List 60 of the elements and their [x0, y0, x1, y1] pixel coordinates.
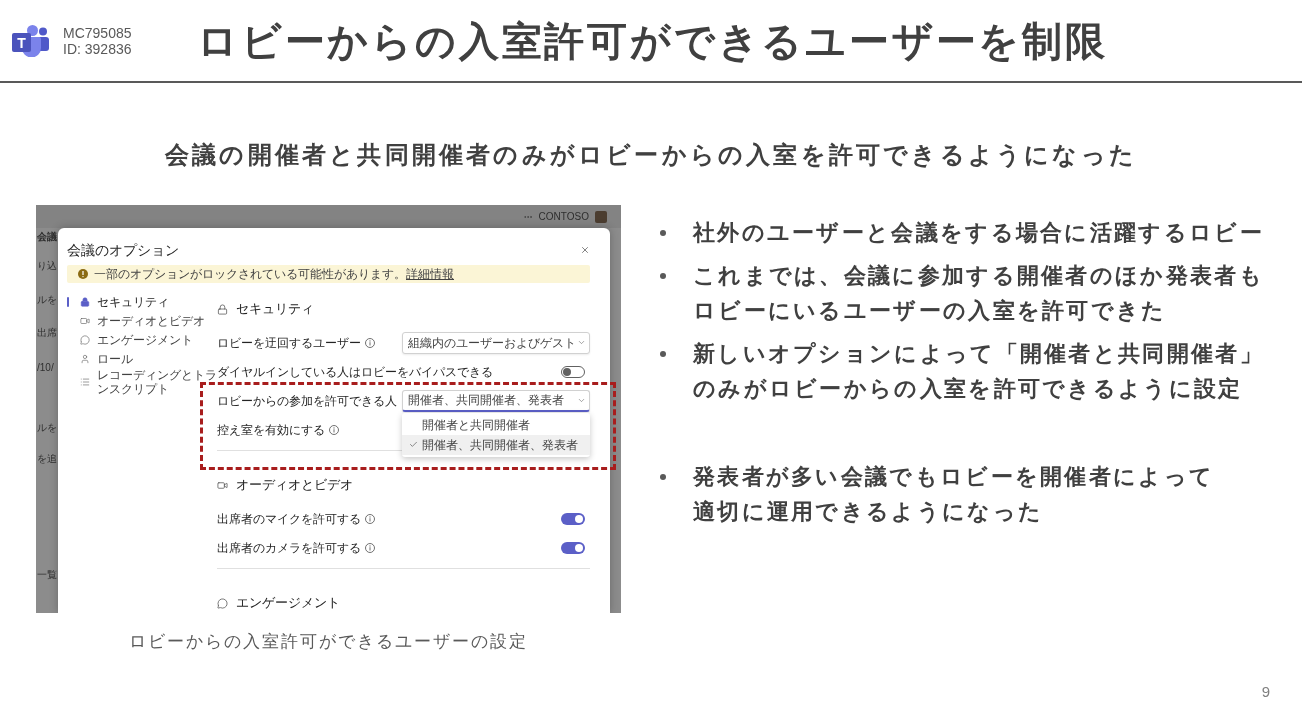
warning-icon: [78, 269, 88, 279]
bullet-text: これまでは、会議に参加する開催者のほか発表者も ロビーにいるユーザーの入室を許可できた: [693, 262, 1264, 325]
setting-label: ロビーを迂回するユーザー: [217, 335, 361, 350]
menu-option[interactable]: 開催者と共同開催者: [402, 414, 590, 435]
background-text: り込: [37, 260, 58, 272]
background-text: 出席: [37, 327, 58, 339]
setting-label: ダイヤルインしている人はロビーをバイパスできる: [217, 364, 493, 379]
slide-subtitle: 会議の開催者と共同開催者のみがロビーからの入室を許可できるようになった: [165, 141, 1137, 169]
check-icon: [409, 440, 418, 449]
slide-title: ロビーからの入室許可ができるユーザーを制限: [197, 17, 1108, 65]
figure-caption: ロビーからの入室許可ができるユーザーの設定: [129, 631, 528, 653]
chat-bubble-icon: [217, 597, 228, 609]
section-heading: セキュリティ: [236, 302, 314, 316]
setting-label: 出席者のカメラを許可する: [217, 540, 361, 555]
bullet-icon: [660, 230, 666, 236]
notice-text: 一部のオプションがロックされている可能性があります。詳細情報: [94, 267, 454, 281]
nav-item[interactable]: エンゲージメント: [67, 330, 217, 349]
bullet-text: 発表者が多い会議でもロビーを開催者によって 適切に運用できるようになった: [693, 463, 1215, 526]
setting-label: ロビーからの参加を許可できる人: [217, 393, 397, 408]
video-camera-icon: [80, 315, 90, 326]
section-heading: エンゲージメント: [236, 596, 340, 610]
select-dropdown[interactable]: 開催者、共同開催者、発表者: [402, 389, 590, 412]
details-link[interactable]: 詳細情報: [406, 267, 454, 281]
background-text: ルを: [37, 422, 58, 434]
bullet-text: 社外のユーザーと会議をする場合に活躍するロビー: [693, 219, 1264, 247]
bullet-text: 新しいオプションによって「開催者と共同開催者」 のみがロビーからの入室を許可できるように設定: [693, 340, 1264, 403]
nav-item[interactable]: オーディオとビデオ: [67, 311, 217, 330]
chat-bubble-icon: [80, 334, 90, 345]
bullet-icon: [660, 474, 666, 480]
toggle-switch[interactable]: [561, 541, 585, 554]
notice-id: MC795085: [63, 24, 132, 41]
app-logo: T: [12, 24, 49, 57]
setting-label: 出席者のマイクを許可する: [217, 511, 361, 526]
list-icon: [80, 377, 90, 387]
background-text: を追: [37, 453, 58, 465]
dialog-title: 会議のオプション: [67, 241, 179, 259]
section-heading: オーディオとビデオ: [236, 478, 353, 492]
menu-option[interactable]: 開催者、共同開催者、発表者: [402, 434, 590, 455]
person-icon: [80, 353, 90, 364]
close-icon[interactable]: [580, 245, 590, 255]
select-dropdown[interactable]: 組織内のユーザーおよびゲスト: [402, 331, 590, 354]
lock-icon: [217, 303, 228, 315]
lock-icon: [80, 296, 90, 307]
page-number: 9: [1261, 683, 1270, 701]
background-text: 会議: [37, 231, 58, 243]
background-text: /10/: [37, 362, 55, 374]
account-name: CONTOSO: [538, 210, 589, 223]
nav-item[interactable]: ロール: [67, 349, 217, 368]
video-camera-icon: [217, 479, 228, 491]
nav-item[interactable]: セキュリティ: [67, 292, 217, 311]
chevron-down-icon: [577, 338, 586, 347]
id-label: ID: 392836: [63, 40, 132, 57]
bullet-icon: [660, 351, 666, 357]
toggle-switch[interactable]: [561, 512, 585, 525]
setting-label: 控え室を有効にする: [217, 422, 325, 437]
bullet-icon: [660, 273, 666, 279]
background-text: ルを: [37, 294, 58, 306]
toggle-switch[interactable]: [561, 365, 585, 378]
avatar-placeholder: [595, 210, 607, 223]
nav-item[interactable]: レコーディングとトランスクリプト: [67, 368, 217, 396]
